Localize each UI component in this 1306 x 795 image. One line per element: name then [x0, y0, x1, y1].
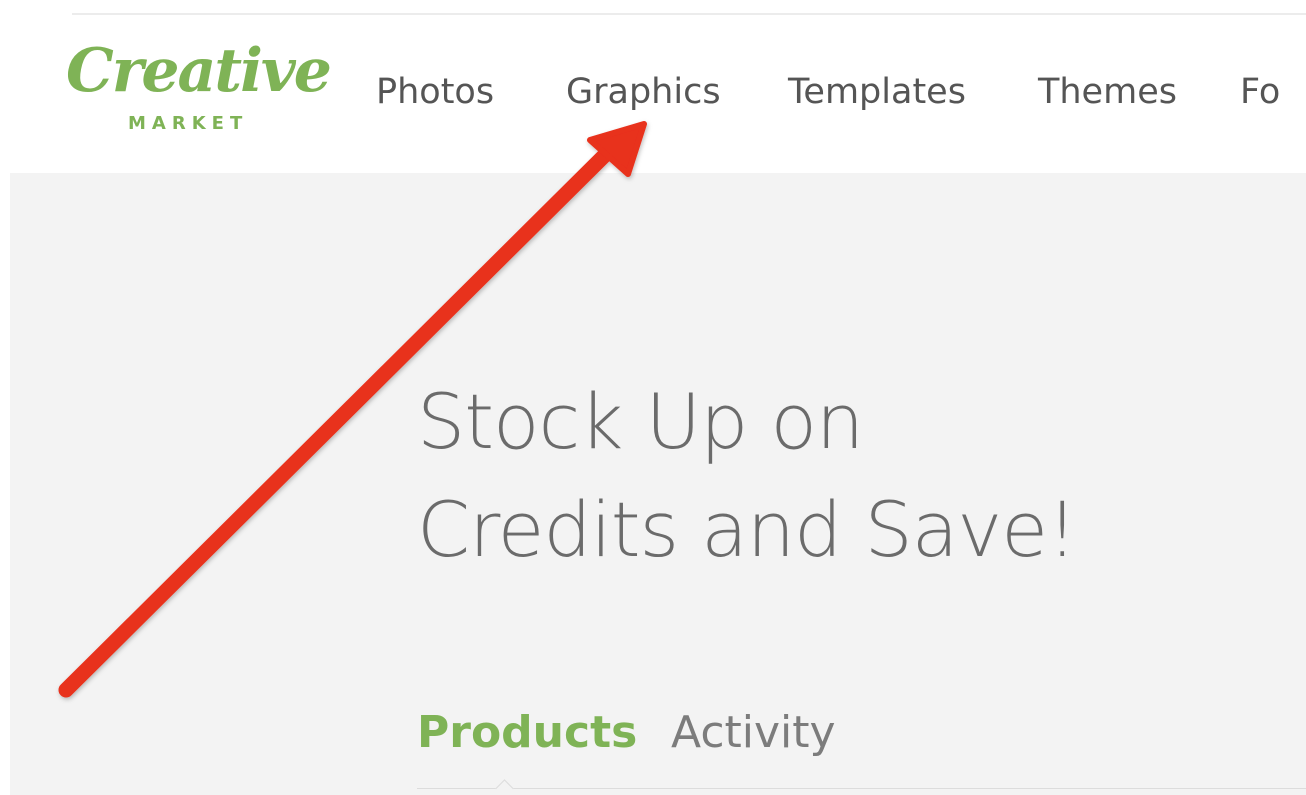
nav-item-templates[interactable]: Templates [788, 67, 966, 117]
tabs-divider [417, 788, 1306, 789]
hero-title-line-2: Credits and Save! [417, 485, 1077, 574]
nav-item-fonts[interactable]: Fo [1240, 67, 1280, 117]
tab-activity[interactable]: Activity [671, 703, 836, 763]
nav-item-graphics[interactable]: Graphics [566, 67, 721, 117]
nav-item-photos[interactable]: Photos [376, 67, 494, 117]
tab-products[interactable]: Products [417, 703, 637, 763]
hero-section: Stock Up on Credits and Save! Products A… [10, 173, 1306, 795]
hero-title-line-1: Stock Up on [417, 377, 864, 466]
nav-item-themes[interactable]: Themes [1038, 67, 1177, 117]
hero-title: Stock Up on Credits and Save! [417, 368, 1077, 584]
active-tab-indicator [495, 779, 514, 795]
main-nav: Photos Graphics Templates Themes Fo [0, 67, 1306, 117]
page: Creative MARKET Photos Graphics Template… [0, 0, 1306, 795]
content-tabs: Products Activity [417, 703, 1117, 763]
site-header: Creative MARKET Photos Graphics Template… [0, 15, 1306, 173]
